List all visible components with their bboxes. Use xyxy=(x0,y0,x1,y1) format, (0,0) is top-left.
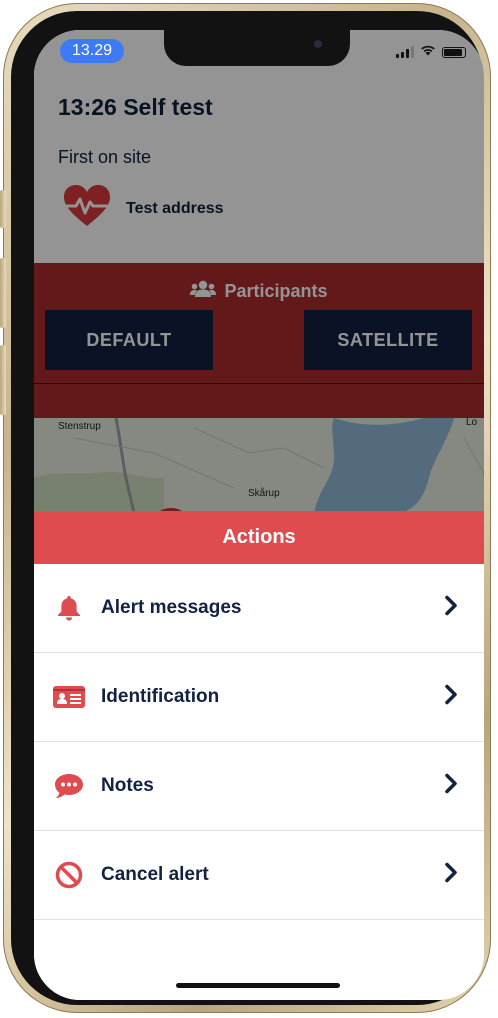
divider xyxy=(34,383,484,384)
address-row[interactable]: Test address xyxy=(62,184,224,233)
status-icons xyxy=(396,43,466,61)
participants-panel: Participants DEFAULT SATELLITE xyxy=(34,263,484,418)
tab-satellite[interactable]: SATELLITE xyxy=(304,310,472,370)
volume-up-button xyxy=(0,258,6,328)
wifi-icon xyxy=(420,43,436,61)
actions-title: Actions xyxy=(34,511,484,564)
chevron-right-icon xyxy=(444,595,458,622)
alert-title: 13:26 Self test xyxy=(58,94,213,120)
app-screen: 13:26 Self test First on site Test addre… xyxy=(34,30,484,1000)
action-label: Cancel alert xyxy=(101,864,209,885)
map-label-skarup: Skårup xyxy=(248,488,280,499)
tab-default[interactable]: DEFAULT xyxy=(45,310,213,370)
chevron-right-icon xyxy=(444,862,458,889)
battery-icon xyxy=(442,46,466,58)
map-view[interactable]: Stenstrup Skårup Lo xyxy=(34,418,484,513)
bell-icon xyxy=(52,591,86,625)
action-label: Identification xyxy=(101,686,220,707)
alert-subtitle: First on site xyxy=(58,147,152,167)
action-cancel-alert[interactable]: Cancel alert xyxy=(34,831,484,920)
front-camera xyxy=(314,40,322,48)
action-alert-messages[interactable]: Alert messages xyxy=(34,564,484,653)
comment-icon xyxy=(52,769,86,803)
chevron-right-icon xyxy=(444,773,458,800)
map-label-lo: Lo xyxy=(466,418,478,428)
actions-sheet: Actions Alert messages Identification No… xyxy=(34,511,484,1000)
status-bar: 13.29 xyxy=(34,30,484,76)
home-indicator[interactable] xyxy=(176,983,340,988)
participants-label: Participants xyxy=(224,281,328,301)
id-card-icon xyxy=(52,680,86,714)
action-label: Alert messages xyxy=(101,597,242,618)
map-label-stenstrup: Stenstrup xyxy=(58,421,101,432)
action-identification[interactable]: Identification xyxy=(34,653,484,742)
users-icon xyxy=(190,280,217,303)
action-notes[interactable]: Notes xyxy=(34,742,484,831)
silent-switch xyxy=(0,190,6,228)
notch xyxy=(164,30,350,66)
heartbeat-icon xyxy=(62,184,112,233)
chevron-right-icon xyxy=(444,684,458,711)
status-time: 13.29 xyxy=(60,39,124,63)
address-text: Test address xyxy=(126,199,224,217)
signal-icon xyxy=(396,46,414,58)
volume-down-button xyxy=(0,345,6,415)
participants-header: Participants xyxy=(34,280,484,303)
action-label: Notes xyxy=(101,775,154,796)
ban-icon xyxy=(52,858,86,892)
